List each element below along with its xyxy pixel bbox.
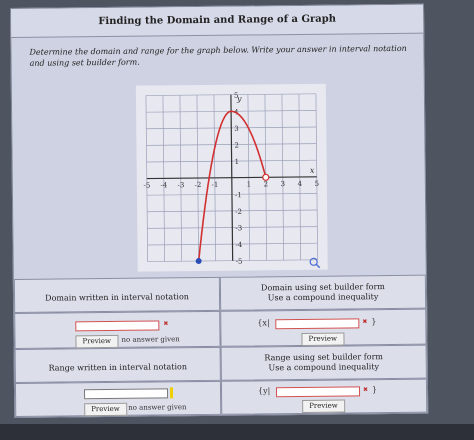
graph-panel: -5 -4 -3 -2 -1 1 2 3 4 5 5 4 3 2 1 -1 -2 -3 -4 -5 x y <box>135 83 328 272</box>
domain-interval-input[interactable] <box>75 320 160 332</box>
domain-set-close-brace: } <box>371 317 377 327</box>
text-cursor-marker <box>169 387 174 399</box>
range-interval-preview-button[interactable]: Preview <box>84 402 127 417</box>
domain-interval-label-cell: Domain written in interval notation <box>13 276 221 313</box>
domain-interval-answer-cell: ✖ Preview no answer given <box>14 310 221 349</box>
x-tick-label: -5 <box>143 182 150 190</box>
range-interval-label: Range written in interval notation <box>48 362 188 373</box>
page-title: Finding the Domain and Range of a Graph <box>11 4 424 38</box>
domain-set-input[interactable] <box>275 318 360 330</box>
x-tick-label: 3 <box>281 180 286 188</box>
y-tick-label: -1 <box>235 191 242 199</box>
range-set-preview-button[interactable]: Preview <box>302 399 345 413</box>
x-tick-label: 2 <box>264 180 269 188</box>
range-interval-status: no answer given <box>128 403 187 412</box>
range-interval-input[interactable] <box>83 388 169 400</box>
range-set-open-brace: {y| <box>257 386 271 396</box>
y-axis-label: y <box>236 94 242 103</box>
open-endpoint <box>262 173 270 181</box>
x-axis-label: x <box>310 166 315 175</box>
x-tick-label: 5 <box>315 180 320 188</box>
y-tick-label: -4 <box>235 241 242 249</box>
range-set-hint: Use a compound inequality <box>268 362 380 373</box>
y-tick-label: 1 <box>235 158 240 166</box>
closed-endpoint <box>195 258 202 265</box>
x-mark-icon: ✖ <box>362 318 368 326</box>
range-interval-label-cell: Range written in interval notation <box>14 346 221 383</box>
domain-set-answer-cell: {x| ✖ } Preview <box>220 308 427 347</box>
y-tick-label: 2 <box>234 141 239 149</box>
instructions-text: Determine the domain and range for the g… <box>29 43 407 68</box>
range-interval-answer-cell: Preview no answer given <box>14 380 222 417</box>
domain-interval-preview-button[interactable]: Preview <box>75 334 119 349</box>
y-tick-label: -5 <box>236 258 243 266</box>
x-tick-label: -1 <box>211 181 218 189</box>
x-tick-label: 1 <box>247 180 252 188</box>
coordinate-graph: -5 -4 -3 -2 -1 1 2 3 4 554321-1-2-3-4-5xy <box>143 92 321 269</box>
domain-set-preview-button[interactable]: Preview <box>301 332 345 346</box>
taskbar-strip <box>0 424 474 440</box>
domain-interval-label: Domain written in interval notation <box>45 292 189 303</box>
range-set-close-brace: } <box>371 385 378 395</box>
y-tick-label: 3 <box>234 125 239 133</box>
x-tick-label: 4 <box>298 180 303 188</box>
domain-set-hint: Use a compound inequality <box>267 292 379 303</box>
y-tick-label: -2 <box>235 208 242 216</box>
range-set-input[interactable] <box>275 386 361 398</box>
problem-sheet: Finding the Domain and Range of a Graph … <box>10 3 429 418</box>
x-tick-label: -3 <box>177 181 184 189</box>
x-mark-icon: ✖ <box>163 320 169 328</box>
range-set-label-cell: Range using set builder form Use a compo… <box>220 344 427 381</box>
x-tick-label: -4 <box>160 181 167 189</box>
x-mark-icon: ✖ <box>362 386 369 394</box>
domain-set-label-cell: Domain using set builder form Use a comp… <box>219 274 427 311</box>
domain-interval-status: no answer given <box>121 335 180 344</box>
x-tick-label: -2 <box>194 181 201 189</box>
domain-set-open-brace: {x| <box>257 318 270 328</box>
y-tick-label: -3 <box>235 224 242 232</box>
range-set-answer-cell: {y| ✖ } Preview <box>220 378 428 415</box>
